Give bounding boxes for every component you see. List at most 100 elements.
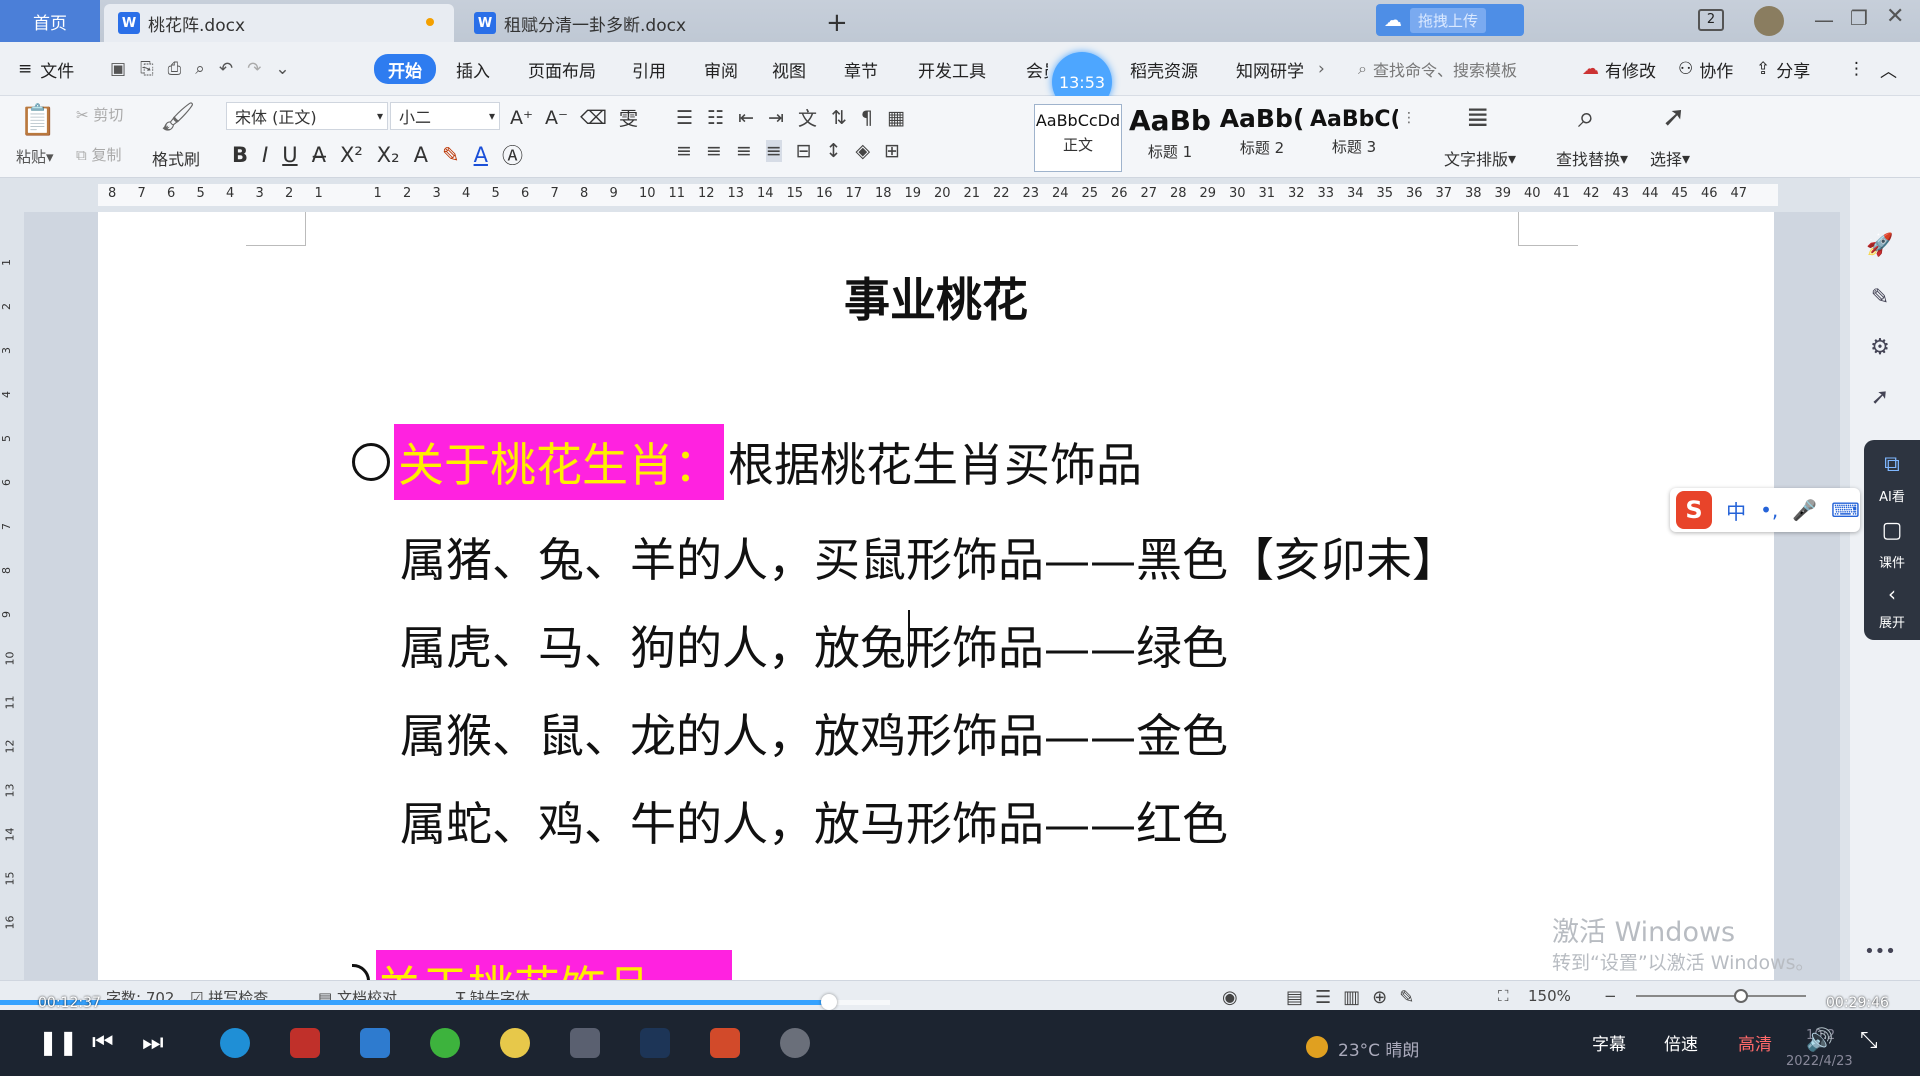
text-layout-icon[interactable]: ≣ (1466, 100, 1489, 133)
photoshop-icon[interactable] (640, 1028, 670, 1058)
copy-button[interactable]: ⧉ 复制 (76, 144, 122, 165)
restore-icon[interactable]: ❐ (1850, 6, 1868, 30)
zoom-slider-knob[interactable] (1734, 989, 1748, 1003)
font-color-icon[interactable]: A (474, 143, 488, 167)
zoom-level[interactable]: 150% (1528, 987, 1571, 1005)
edge-icon[interactable] (220, 1028, 250, 1058)
previous-icon[interactable]: ⏮ (92, 1028, 114, 1056)
course-label[interactable]: 课件 (1864, 552, 1920, 571)
line-spacing-icon[interactable]: ↕ (826, 140, 842, 162)
ai-label[interactable]: AI看 (1864, 486, 1920, 505)
tab-start[interactable]: 开始 (374, 54, 436, 84)
chevron-down-icon[interactable]: ⌄ (275, 59, 289, 79)
tab-home[interactable]: 首页 (0, 0, 100, 42)
select-cursor-icon[interactable]: ➚ (1662, 100, 1685, 133)
horizontal-ruler[interactable]: 8 7 6 5 4 3 2 1 1 2 3 4 5 6 7 8 9 10 11 12 13 14 15 16 17 18 19 20 2… (0, 178, 1840, 212)
video-progress-track[interactable] (0, 994, 890, 1010)
tab-docer-resources[interactable]: 稻壳资源 (1130, 54, 1198, 84)
minimize-icon[interactable]: — (1814, 8, 1834, 32)
style-heading-2[interactable]: AaBb(标题 2 (1218, 104, 1306, 172)
punctuation-icon[interactable]: •, (1760, 498, 1778, 522)
table-tools-icon[interactable]: ▦ (887, 107, 905, 129)
more-icon[interactable]: ⋮ (1848, 54, 1865, 84)
pen-icon[interactable]: ✎ (1862, 280, 1898, 316)
settings-icon[interactable] (780, 1028, 810, 1058)
superscript-icon[interactable]: X² (340, 143, 363, 167)
subscript-icon[interactable]: X₂ (377, 143, 400, 167)
microphone-icon[interactable]: 🎤 (1792, 498, 1817, 522)
window-count-badge[interactable]: 2 (1698, 9, 1724, 31)
keyboard-icon[interactable]: ⌨ (1831, 498, 1860, 522)
sort-icon[interactable]: ⇅ (831, 107, 847, 129)
shading-icon[interactable]: ◈ (856, 140, 871, 162)
format-painter-icon[interactable]: 🖌 (160, 100, 196, 133)
tab-member[interactable]: 会员专享 (1026, 54, 1048, 84)
search-app-icon[interactable] (570, 1028, 600, 1058)
avatar[interactable] (1754, 6, 1784, 36)
tab-review[interactable]: 审阅 (704, 54, 738, 84)
fit-page-icon[interactable]: ⛶ (1498, 987, 1509, 1005)
tab-developer[interactable]: 开发工具 (918, 54, 986, 84)
text-effect-icon[interactable]: A (414, 143, 428, 167)
export-icon[interactable]: ⎘ (140, 59, 154, 79)
styles-more-icon[interactable]: ⋮ (1402, 110, 1416, 126)
next-icon[interactable]: ⏭ (142, 1028, 164, 1056)
eye-protect-icon[interactable]: ◉ (1222, 987, 1238, 1008)
ai-icon[interactable]: ⧉ (1864, 452, 1920, 477)
zoom-slider[interactable] (1636, 989, 1806, 1003)
mail-icon[interactable] (360, 1028, 390, 1058)
font-name-select[interactable]: 宋体 (正文) ▾ (226, 102, 388, 130)
font-size-select[interactable]: 小二 ▾ (390, 102, 500, 130)
view-mode-icons[interactable]: ▤☰▥⊕✎ (1286, 987, 1426, 1008)
tab-document-2[interactable]: W 租赋分清一卦多断.docx (460, 4, 810, 42)
cursor-icon[interactable]: ➚ (1862, 380, 1898, 416)
zoom-out-icon[interactable]: − (1604, 987, 1617, 1005)
find-replace-button[interactable]: 查找替换 ▾ (1556, 146, 1628, 170)
pause-icon[interactable]: ❚❚ (38, 1028, 78, 1056)
share-button[interactable]: ⇪ 分享 (1756, 54, 1810, 84)
align-center-icon[interactable]: ≡ (706, 140, 722, 162)
file-menu[interactable]: ≡ 文件 (18, 54, 74, 84)
redo-icon[interactable]: ↷ (247, 59, 261, 79)
wps-icon[interactable] (290, 1028, 320, 1058)
select-button[interactable]: 选择 ▾ (1650, 146, 1690, 170)
grow-font-icon[interactable]: A⁺ (510, 107, 533, 129)
volume-icon[interactable]: 🔊 (1806, 1028, 1833, 1053)
modified-button[interactable]: ☁ 有修改 (1582, 54, 1656, 84)
tab-section[interactable]: 章节 (844, 54, 878, 84)
save-icon[interactable]: ▣ (110, 59, 126, 79)
bullets-icon[interactable]: ☰ (676, 107, 693, 129)
decrease-indent-icon[interactable]: ⇤ (738, 107, 754, 129)
close-icon[interactable]: ✕ (1886, 4, 1904, 29)
cut-button[interactable]: ✂ 剪切 (76, 104, 123, 125)
paste-button[interactable]: 粘贴 ▾ (16, 146, 54, 167)
strikethrough-icon[interactable]: A̶ (312, 143, 326, 167)
bold-icon[interactable]: B (232, 143, 248, 167)
tab-page-layout[interactable]: 页面布局 (528, 54, 596, 84)
chevron-left-icon[interactable]: ‹ (1864, 582, 1920, 606)
tab-references[interactable]: 引用 (632, 54, 666, 84)
office-icon[interactable] (710, 1028, 740, 1058)
increase-indent-icon[interactable]: ⇥ (768, 107, 784, 129)
collab-button[interactable]: ⚇ 协作 (1678, 54, 1733, 84)
align-left-icon[interactable]: ≡ (676, 140, 692, 162)
numbering-icon[interactable]: ☷ (707, 107, 724, 129)
taskbar-date[interactable]: 2022/4/23 (1786, 1054, 1853, 1069)
speed-button[interactable]: 倍速 (1664, 1030, 1698, 1055)
quality-button[interactable]: 高清 (1738, 1030, 1772, 1055)
sogou-logo-icon[interactable]: S (1676, 491, 1713, 529)
wechat-icon[interactable] (430, 1028, 460, 1058)
style-heading-1[interactable]: AaBb 标题 1 (1126, 104, 1214, 172)
vertical-ruler[interactable]: 1 2 3 4 5 6 7 8 9 10 11 12 13 14 15 16 (0, 212, 24, 980)
format-painter-button[interactable]: 格式刷 (152, 146, 200, 170)
underline-icon[interactable]: U (282, 143, 297, 167)
rocket-icon[interactable]: 🚀 (1862, 228, 1898, 264)
collapse-ribbon-icon[interactable]: ︿ (1880, 54, 1897, 84)
command-search[interactable]: ⌕ 查找命令、搜索模板 (1358, 54, 1517, 84)
vertical-scrollbar[interactable] (1840, 178, 1850, 980)
tab-view[interactable]: 视图 (772, 54, 806, 84)
weather-text[interactable]: 23°C 晴朗 (1338, 1036, 1419, 1061)
undo-icon[interactable]: ↶ (219, 59, 233, 79)
chevron-right-icon[interactable]: › (1318, 54, 1325, 84)
subtitle-button[interactable]: 字幕 (1592, 1030, 1626, 1055)
